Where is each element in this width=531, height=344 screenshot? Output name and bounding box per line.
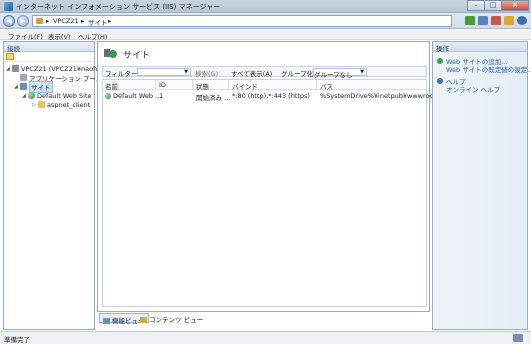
column-header-bindings[interactable]: バインド — [230, 81, 258, 91]
menu-help[interactable]: ヘルプ(H) — [78, 31, 107, 41]
app-pool-icon — [20, 74, 27, 81]
action-label[interactable]: オンライン ヘルプ — [446, 84, 500, 94]
tree-item-sites[interactable]: ◢ サイト — [14, 80, 53, 93]
sites-pane: サイト フィルター: ▼ 検索(G) すべて表示(A) グループ化: グループな… — [97, 41, 436, 312]
network-icon — [513, 334, 523, 342]
features-view-icon — [103, 318, 110, 324]
globe-icon — [28, 92, 35, 99]
column-header-name[interactable]: 名前 — [103, 81, 118, 91]
breadcrumb-separator: ▸ — [108, 17, 112, 25]
action-label[interactable]: Web サイトの既定値の設定... — [446, 64, 531, 74]
chevron-down-icon[interactable]: ▼ — [184, 69, 188, 75]
column-header-state[interactable]: 状態 — [194, 81, 209, 91]
breadcrumb[interactable]: ▸ VPCZ21 ▸ サイト ▸ — [32, 15, 452, 27]
filter-label: フィルター: — [105, 70, 140, 78]
connections-pane: 接続 ◢ VPCZ21 (VPCZ21¥naohisa) アプリケーション プー… — [3, 41, 109, 330]
tree-item-label: VPCZ21 (VPCZ21¥naohisa) — [21, 64, 109, 73]
menu-bar: ファイル(F) 表示(V) ヘルプ(H) — [0, 30, 531, 41]
tree-item-default-web-site[interactable]: ◢ Default Web Site — [22, 91, 92, 100]
action-online-help[interactable]: オンライン ヘルプ — [446, 84, 500, 94]
cell-name-text: Default Web ... — [113, 92, 162, 100]
cell-name: Default Web ... — [103, 92, 161, 100]
menu-view[interactable]: 表示(V) — [48, 31, 71, 41]
tree-item-app-pools[interactable]: アプリケーション プール — [14, 73, 102, 83]
close-button[interactable]: × — [501, 0, 529, 11]
tree-item-label: aspnet_client — [47, 100, 91, 109]
server-icon — [36, 18, 43, 24]
globe-icon — [105, 93, 111, 99]
menu-file[interactable]: ファイル(F) — [8, 31, 43, 41]
sites-folder-icon — [20, 83, 27, 90]
help-icon — [437, 78, 443, 84]
title-bar: インターネット インフォメーション サービス (IIS) マネージャー – □ … — [0, 0, 531, 13]
folder-icon — [38, 101, 45, 108]
window-title: インターネット インフォメーション サービス (IIS) マネージャー — [16, 3, 221, 11]
tab-content-view[interactable]: コンテンツ ビュー — [137, 313, 206, 324]
address-bar: ◀ ▶ ▸ VPCZ21 ▸ サイト ▸ — [0, 13, 531, 29]
tree-item-aspnet-client[interactable]: ▷ aspnet_client — [32, 100, 90, 109]
page-title: サイト — [123, 51, 151, 61]
address-toolbar — [465, 16, 527, 25]
breadcrumb-item-sites[interactable]: サイト — [88, 17, 108, 27]
sites-icon — [104, 49, 117, 58]
group-by-select[interactable]: グループなし ▼ — [313, 68, 367, 79]
window-controls: – □ × — [467, 0, 529, 12]
content-view-icon — [140, 317, 147, 323]
filter-input[interactable]: ▼ — [137, 68, 191, 76]
view-tabs: 機能ビュー コンテンツ ビュー — [97, 312, 430, 325]
filter-bar: フィルター: ▼ 検索(G) すべて表示(A) グループ化: グループなし ▼ — [102, 66, 427, 79]
column-header-path[interactable]: パス — [318, 81, 333, 91]
show-all-button[interactable]: すべて表示(A) — [231, 68, 272, 78]
home-icon[interactable] — [504, 16, 514, 25]
tree-item-label: Default Web Site — [37, 91, 92, 100]
forward-button[interactable]: ▶ — [17, 15, 29, 27]
iis-manager-window: インターネット インフォメーション サービス (IIS) マネージャー – □ … — [0, 0, 531, 344]
actions-header: 操作 — [433, 42, 527, 53]
chevron-down-icon[interactable]: ▼ — [360, 69, 364, 75]
action-set-defaults[interactable]: Web サイトの既定値の設定... — [446, 64, 531, 74]
column-header-id[interactable]: ID — [157, 81, 166, 89]
maximize-button[interactable]: □ — [484, 0, 502, 11]
group-by-label: グループ化: — [281, 70, 316, 78]
status-bar: 準備完了 — [0, 331, 531, 344]
cell-state: 開始済み ... — [196, 94, 231, 102]
tab-label: コンテンツ ビュー — [149, 316, 204, 324]
connect-icon[interactable] — [6, 53, 14, 60]
sites-table: 名前 ID 状態 バインド パス Default Web ... 1 開始済み … — [102, 79, 436, 307]
server-icon[interactable] — [465, 16, 475, 25]
go-button[interactable]: 検索(G) — [195, 68, 218, 78]
breadcrumb-separator: ▸ — [46, 17, 50, 25]
refresh-icon[interactable] — [478, 16, 488, 25]
add-site-icon — [437, 58, 443, 64]
actions-pane: 操作 Web サイトの追加... Web サイトの既定値の設定... ヘルプ オ… — [432, 41, 531, 330]
back-button[interactable]: ◀ — [3, 15, 15, 27]
connections-toolbar — [4, 52, 94, 62]
table-row[interactable]: Default Web ... 1 開始済み ... *:80 (http),*… — [103, 91, 436, 102]
group-by-value: グループなし — [314, 71, 353, 79]
breadcrumb-item-server[interactable]: VPCZ21 — [53, 17, 79, 25]
cell-bindings: *:80 (http),*:443 (https) — [232, 92, 310, 100]
cell-path: %SystemDrive%¥inetpub¥wwwroot — [320, 92, 437, 100]
server-icon — [12, 65, 19, 72]
iis-app-icon — [4, 2, 13, 11]
cell-id: 1 — [159, 92, 164, 100]
stop-icon[interactable] — [491, 16, 501, 25]
status-text: 準備完了 — [4, 336, 30, 344]
breadcrumb-separator: ▸ — [81, 17, 85, 25]
connections-header: 接続 — [4, 42, 94, 53]
minimize-button[interactable]: – — [467, 0, 485, 11]
table-header: 名前 ID 状態 バインド パス — [103, 80, 426, 91]
help-icon[interactable] — [517, 16, 527, 25]
